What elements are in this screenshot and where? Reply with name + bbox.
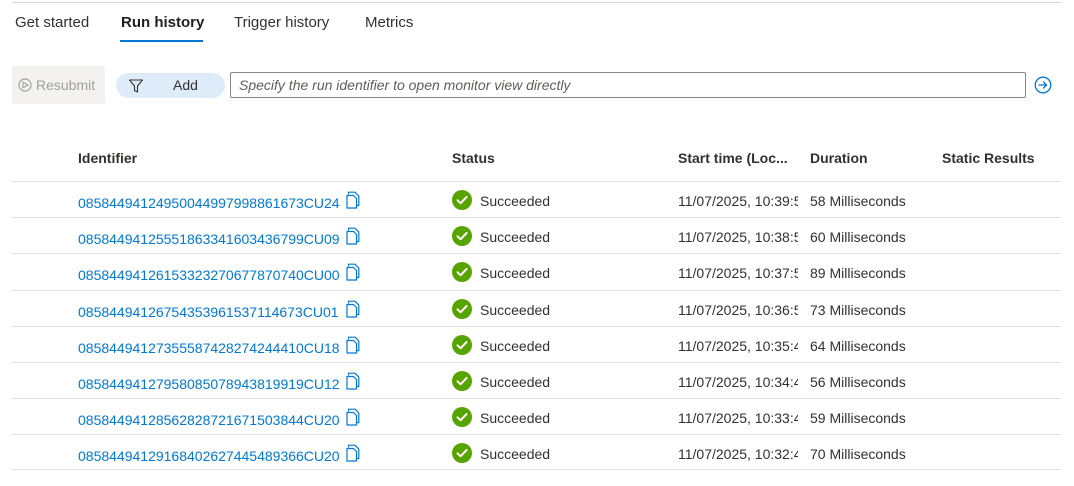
start-time: 11/07/2025, 10:33:44 AM — [678, 410, 798, 426]
start-time: 11/07/2025, 10:35:44 AM — [678, 338, 798, 354]
column-header-status[interactable]: Status — [452, 150, 495, 166]
status-text: Succeeded — [480, 446, 551, 462]
add-filter-label: Add — [173, 77, 198, 93]
table-row[interactable]: 08584494128562828721671503844CU20 Succeed… — [12, 398, 1061, 434]
run-identifier-link[interactable]: 08584494129168402627445489366CU20 — [78, 448, 340, 464]
start-time: 11/07/2025, 10:32:44 AM — [678, 446, 798, 462]
check-circle-icon — [452, 299, 472, 319]
copy-icon[interactable] — [345, 408, 361, 426]
check-circle-icon — [452, 226, 472, 246]
resubmit-label: Resubmit — [36, 77, 96, 93]
tab-bar: Get started Run history Trigger history … — [0, 0, 1074, 48]
column-header-start-time[interactable]: Start time (Loc... — [678, 150, 788, 166]
status-text: Succeeded — [480, 410, 551, 426]
check-circle-icon — [452, 407, 472, 427]
table-row[interactable]: 08584494126754353961537114673CU01 Succeed… — [12, 290, 1061, 326]
active-tab-indicator — [120, 40, 203, 42]
table-header: Identifier Status Start time (Loc... Dur… — [0, 140, 1074, 180]
check-circle-icon — [452, 262, 472, 282]
check-circle-icon — [452, 335, 472, 355]
table-row[interactable]: 08584494129168402627445489366CU20 Succeed… — [12, 434, 1061, 470]
resubmit-icon — [18, 78, 32, 92]
copy-icon[interactable] — [345, 336, 361, 354]
table-row[interactable]: 08584494124950044997998861673CU24 Succeed… — [12, 181, 1061, 217]
duration: 58 Milliseconds — [810, 193, 906, 209]
run-identifier-link[interactable]: 08584494124950044997998861673CU24 — [78, 195, 340, 211]
duration: 56 Milliseconds — [810, 374, 906, 390]
arrow-circle-right-icon[interactable] — [1034, 76, 1052, 94]
resubmit-button[interactable]: Resubmit — [12, 66, 105, 104]
table-row[interactable]: 08584494125551863341603436799CU09 Succeed… — [12, 217, 1061, 253]
run-identifier-link[interactable]: 08584494126754353961537114673CU01 — [78, 304, 339, 320]
status-text: Succeeded — [480, 302, 551, 318]
copy-icon[interactable] — [345, 300, 361, 318]
start-time: 11/07/2025, 10:39:54 AM — [678, 193, 798, 209]
run-identifier-link[interactable]: 08584494126153323270677870740CU00 — [78, 267, 340, 283]
run-identifier-link[interactable]: 08584494127958085078943819919CU12 — [78, 376, 340, 392]
column-header-duration[interactable]: Duration — [810, 150, 868, 166]
duration: 59 Milliseconds — [810, 410, 906, 426]
copy-icon[interactable] — [345, 227, 361, 245]
duration: 60 Milliseconds — [810, 229, 906, 245]
status-text: Succeeded — [480, 374, 551, 390]
copy-icon[interactable] — [345, 191, 361, 209]
start-time: 11/07/2025, 10:34:44 AM — [678, 374, 798, 390]
run-identifier-link[interactable]: 08584494128562828721671503844CU20 — [78, 412, 340, 428]
start-time: 11/07/2025, 10:37:54 AM — [678, 265, 798, 281]
status-text: Succeeded — [480, 265, 551, 281]
column-header-identifier[interactable]: Identifier — [78, 150, 137, 166]
check-circle-icon — [452, 443, 472, 463]
status-text: Succeeded — [480, 338, 551, 354]
filter-icon — [128, 78, 144, 94]
copy-icon[interactable] — [345, 372, 361, 390]
copy-icon[interactable] — [345, 444, 361, 462]
status-text: Succeeded — [480, 229, 551, 245]
column-header-static-results[interactable]: Static Results — [942, 150, 1035, 166]
duration: 89 Milliseconds — [810, 265, 906, 281]
check-circle-icon — [452, 371, 472, 391]
table-row[interactable]: 08584494127355587428274244410CU18 Succeed… — [12, 326, 1061, 362]
table-row[interactable]: 08584494126153323270677870740CU00 Succeed… — [12, 253, 1061, 289]
run-identifier-link[interactable]: 08584494127355587428274244410CU18 — [78, 340, 340, 356]
duration: 70 Milliseconds — [810, 446, 906, 462]
duration: 73 Milliseconds — [810, 302, 906, 318]
copy-icon[interactable] — [345, 263, 361, 281]
run-identifier-link[interactable]: 08584494125551863341603436799CU09 — [78, 231, 340, 247]
tab-metrics[interactable]: Metrics — [365, 14, 413, 31]
table-row[interactable]: 08584494127958085078943819919CU12 Succeed… — [12, 362, 1061, 398]
add-filter-button[interactable]: Add — [116, 73, 225, 98]
check-circle-icon — [452, 190, 472, 210]
start-time: 11/07/2025, 10:36:54 AM — [678, 302, 798, 318]
run-identifier-search-input[interactable] — [230, 72, 1026, 98]
tab-trigger-history[interactable]: Trigger history — [234, 14, 329, 31]
start-time: 11/07/2025, 10:38:54 AM — [678, 229, 798, 245]
tab-run-history[interactable]: Run history — [121, 14, 204, 31]
status-text: Succeeded — [480, 193, 551, 209]
duration: 64 Milliseconds — [810, 338, 906, 354]
tab-get-started[interactable]: Get started — [15, 14, 89, 31]
